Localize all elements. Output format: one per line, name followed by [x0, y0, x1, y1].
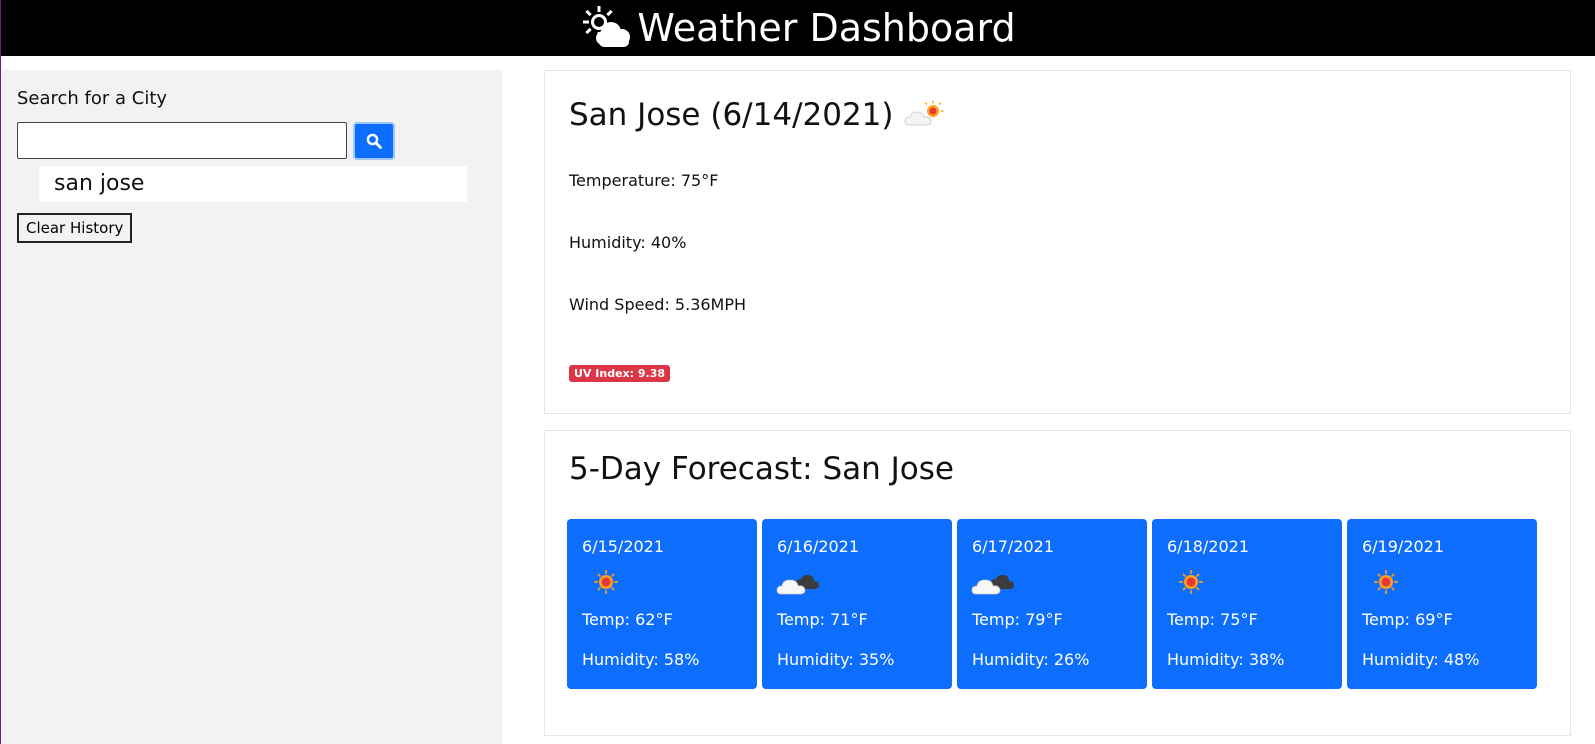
- dark-cloud-icon: [776, 574, 819, 595]
- app-header: Weather Dashboard: [1, 0, 1595, 56]
- forecast-temp: Temp: 69°F: [1362, 610, 1453, 629]
- forecast-date: 6/19/2021: [1362, 537, 1445, 556]
- forecast-date: 6/15/2021: [582, 537, 665, 556]
- sun-icon: [594, 570, 618, 594]
- forecast-humidity: Humidity: 35%: [777, 650, 895, 669]
- forecast-humidity: Humidity: 48%: [1362, 650, 1480, 669]
- city-search-input[interactable]: [17, 122, 347, 159]
- page-title: Weather Dashboard: [637, 6, 1016, 50]
- forecast-day-card: 6/16/2021 Temp: 71°F Humidity: 35%: [762, 519, 952, 689]
- forecast-humidity: Humidity: 38%: [1167, 650, 1285, 669]
- current-wind-speed: Wind Speed: 5.36MPH: [569, 295, 747, 314]
- sun-icon: [1179, 570, 1203, 594]
- forecast-card: 5-Day Forecast: San Jose 6/15/2021 Temp:…: [544, 430, 1571, 736]
- forecast-title: 5-Day Forecast: San Jose: [569, 451, 954, 487]
- sun-icon: [1374, 570, 1398, 594]
- forecast-day-card: 6/17/2021 Temp: 79°F Humidity: 26%: [957, 519, 1147, 689]
- sidebar: Search for a City san jose Clear History: [2, 70, 502, 744]
- forecast-day-card: 6/19/2021 Temp: 69°F Humidity: 48%: [1347, 519, 1537, 689]
- sun-cloud-icon: [583, 6, 631, 47]
- forecast-date: 6/16/2021: [777, 537, 860, 556]
- clear-history-button[interactable]: Clear History: [17, 213, 133, 243]
- current-temperature: Temperature: 75°F: [569, 171, 719, 190]
- search-button[interactable]: [353, 122, 395, 160]
- partly-cloudy-icon: [904, 101, 944, 126]
- forecast-humidity: Humidity: 26%: [972, 650, 1090, 669]
- forecast-temp: Temp: 62°F: [582, 610, 673, 629]
- history-item-san-jose[interactable]: san jose: [39, 166, 467, 202]
- dark-cloud-icon: [971, 574, 1014, 595]
- search-icon: [366, 133, 382, 149]
- search-label: Search for a City: [17, 88, 168, 109]
- current-city-title: San Jose (6/14/2021): [569, 97, 894, 133]
- forecast-temp: Temp: 79°F: [972, 610, 1063, 629]
- current-city-heading: San Jose (6/14/2021): [569, 97, 944, 133]
- forecast-humidity: Humidity: 58%: [582, 650, 700, 669]
- forecast-day-card: 6/15/2021 Temp: 62°F Humidity: 58%: [567, 519, 757, 689]
- current-humidity: Humidity: 40%: [569, 233, 687, 252]
- forecast-date: 6/17/2021: [972, 537, 1055, 556]
- current-weather-card: San Jose (6/14/2021) Temperature: 75°F H…: [544, 70, 1571, 414]
- forecast-day-card: 6/18/2021 Temp: 75°F Humidity: 38%: [1152, 519, 1342, 689]
- forecast-temp: Temp: 75°F: [1167, 610, 1258, 629]
- forecast-temp: Temp: 71°F: [777, 610, 868, 629]
- forecast-date: 6/18/2021: [1167, 537, 1250, 556]
- uv-index-badge: UV Index: 9.38: [569, 365, 670, 382]
